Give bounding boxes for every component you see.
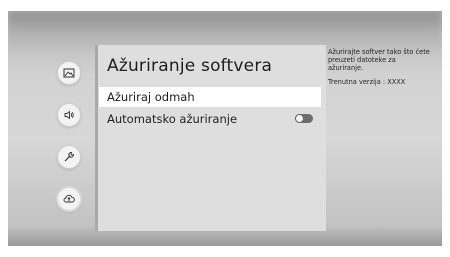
- menu-item-label: Ažuriraj odmah: [107, 90, 195, 104]
- panel-left-edge: [95, 45, 98, 231]
- cloud-update-icon[interactable]: [58, 188, 80, 210]
- help-text: Ažurirajte softver tako što ćete preuzet…: [328, 48, 432, 86]
- wrench-icon[interactable]: [58, 146, 80, 168]
- picture-icon[interactable]: [58, 62, 80, 84]
- menu-item-label: Automatsko ažuriranje: [107, 112, 238, 126]
- current-version: Trenutna verzija : XXXX: [328, 77, 406, 86]
- settings-category-rail: [45, 42, 93, 230]
- help-description: Ažurirajte softver tako što ćete preuzet…: [328, 48, 430, 73]
- menu-item-auto-update[interactable]: Automatsko ažuriranje: [99, 109, 321, 129]
- settings-panel: Ažuriranje softvera Ažuriraj odmah Autom…: [95, 45, 326, 231]
- menu-item-update-now[interactable]: Ažuriraj odmah: [99, 87, 321, 107]
- page-title: Ažuriranje softvera: [107, 56, 273, 76]
- toggle-knob: [295, 114, 304, 123]
- sound-icon[interactable]: [58, 104, 80, 126]
- auto-update-toggle[interactable]: [295, 114, 313, 123]
